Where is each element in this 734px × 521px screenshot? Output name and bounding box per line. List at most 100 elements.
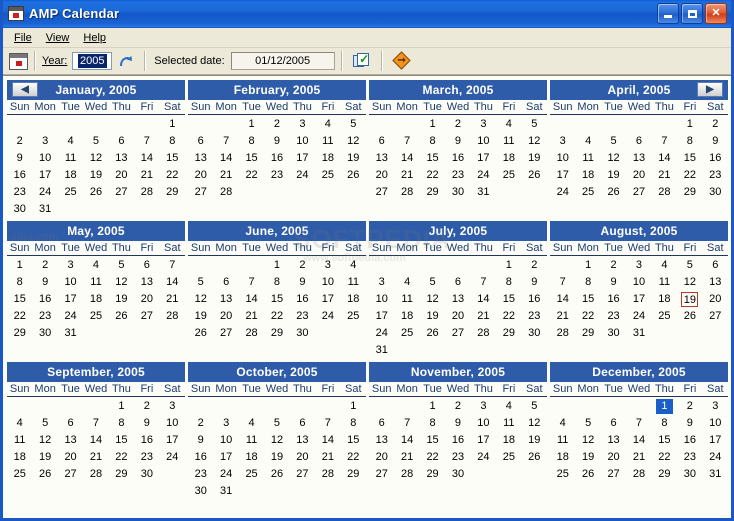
day-cell[interactable]: 22: [341, 449, 366, 466]
day-cell[interactable]: 19: [522, 150, 547, 167]
day-cell[interactable]: 6: [213, 274, 238, 291]
calendar-icon[interactable]: [9, 52, 28, 70]
day-cell[interactable]: 20: [109, 167, 134, 184]
day-cell[interactable]: 2: [134, 398, 159, 415]
day-cell[interactable]: 13: [290, 432, 315, 449]
day-cell[interactable]: 12: [32, 432, 57, 449]
day-cell[interactable]: 6: [445, 274, 470, 291]
day-cell[interactable]: 14: [134, 150, 159, 167]
day-cell[interactable]: 9: [445, 415, 470, 432]
year-input[interactable]: 2005: [72, 52, 113, 70]
day-cell[interactable]: 18: [7, 449, 32, 466]
day-cell[interactable]: 22: [575, 308, 600, 325]
day-cell[interactable]: 2: [677, 398, 702, 415]
day-cell[interactable]: 26: [522, 167, 547, 184]
day-cell[interactable]: 26: [341, 167, 366, 184]
day-cell[interactable]: 27: [445, 325, 470, 342]
day-cell[interactable]: 21: [160, 291, 185, 308]
day-cell[interactable]: 15: [160, 150, 185, 167]
day-cell[interactable]: 14: [160, 274, 185, 291]
day-cell[interactable]: 10: [369, 291, 394, 308]
day-cell[interactable]: 24: [58, 308, 83, 325]
day-cell[interactable]: 16: [522, 291, 547, 308]
day-cell[interactable]: 21: [652, 167, 677, 184]
day-cell[interactable]: 19: [188, 308, 213, 325]
day-cell[interactable]: 18: [652, 291, 677, 308]
day-cell[interactable]: 6: [626, 133, 651, 150]
day-cell[interactable]: 21: [134, 167, 159, 184]
day-cell[interactable]: 17: [32, 167, 57, 184]
day-cell[interactable]: 27: [703, 308, 728, 325]
day-cell[interactable]: 30: [134, 466, 159, 483]
day-cell[interactable]: 14: [394, 432, 419, 449]
day-cell[interactable]: 8: [341, 415, 366, 432]
day-cell[interactable]: 6: [188, 133, 213, 150]
day-cell[interactable]: 20: [369, 167, 394, 184]
day-cell[interactable]: 2: [264, 116, 289, 133]
day-cell[interactable]: 10: [290, 133, 315, 150]
day-cell[interactable]: 28: [394, 466, 419, 483]
day-cell[interactable]: 10: [703, 415, 728, 432]
day-cell[interactable]: 29: [109, 466, 134, 483]
day-cell[interactable]: 12: [575, 432, 600, 449]
day-cell[interactable]: 4: [550, 415, 575, 432]
day-cell[interactable]: 28: [134, 184, 159, 201]
day-cell[interactable]: 15: [341, 432, 366, 449]
day-cell[interactable]: 1: [239, 116, 264, 133]
day-cell[interactable]: 18: [83, 291, 108, 308]
day-cell[interactable]: 10: [626, 274, 651, 291]
day-cell[interactable]: 8: [420, 133, 445, 150]
day-cell[interactable]: 30: [445, 184, 470, 201]
day-cell[interactable]: 4: [575, 133, 600, 150]
day-cell[interactable]: 5: [32, 415, 57, 432]
day-cell[interactable]: 12: [522, 415, 547, 432]
day-cell[interactable]: 30: [188, 483, 213, 500]
day-cell[interactable]: 3: [290, 116, 315, 133]
day-cell[interactable]: 3: [703, 398, 728, 415]
day-cell[interactable]: 31: [369, 342, 394, 359]
day-cell[interactable]: 25: [239, 466, 264, 483]
day-cell[interactable]: 12: [264, 432, 289, 449]
day-cell[interactable]: 29: [677, 184, 702, 201]
day-cell[interactable]: 10: [315, 274, 340, 291]
day-cell[interactable]: 2: [7, 133, 32, 150]
next-year-button[interactable]: ▶: [697, 82, 723, 97]
day-cell[interactable]: 3: [213, 415, 238, 432]
day-cell[interactable]: 23: [32, 308, 57, 325]
day-cell[interactable]: 31: [32, 201, 57, 218]
day-cell[interactable]: 14: [471, 291, 496, 308]
day-cell[interactable]: 24: [703, 449, 728, 466]
day-cell[interactable]: 9: [445, 133, 470, 150]
day-cell[interactable]: 15: [652, 432, 677, 449]
day-cell[interactable]: 3: [369, 274, 394, 291]
day-cell[interactable]: 21: [394, 449, 419, 466]
day-cell[interactable]: 22: [160, 167, 185, 184]
day-cell[interactable]: 25: [58, 184, 83, 201]
day-cell[interactable]: 23: [188, 466, 213, 483]
day-cell[interactable]: 3: [471, 116, 496, 133]
day-cell[interactable]: 18: [239, 449, 264, 466]
day-cell[interactable]: 26: [420, 325, 445, 342]
day-cell[interactable]: 8: [575, 274, 600, 291]
day-cell[interactable]: 1: [652, 398, 677, 415]
day-cell[interactable]: 17: [471, 432, 496, 449]
day-cell[interactable]: 30: [601, 325, 626, 342]
day-cell[interactable]: 13: [703, 274, 728, 291]
day-cell[interactable]: 9: [134, 415, 159, 432]
day-cell[interactable]: 20: [601, 449, 626, 466]
day-cell[interactable]: 27: [188, 184, 213, 201]
day-cell[interactable]: 23: [290, 308, 315, 325]
day-cell[interactable]: 7: [394, 415, 419, 432]
day-cell[interactable]: 24: [290, 167, 315, 184]
day-cell[interactable]: 22: [264, 308, 289, 325]
day-cell[interactable]: 19: [341, 150, 366, 167]
day-cell[interactable]: 21: [315, 449, 340, 466]
day-cell[interactable]: 27: [213, 325, 238, 342]
day-cell[interactable]: 17: [626, 291, 651, 308]
day-cell[interactable]: 4: [239, 415, 264, 432]
day-cell[interactable]: 29: [575, 325, 600, 342]
day-cell[interactable]: 3: [32, 133, 57, 150]
day-cell[interactable]: 18: [496, 432, 521, 449]
close-button[interactable]: [705, 3, 727, 24]
day-cell[interactable]: 3: [471, 398, 496, 415]
